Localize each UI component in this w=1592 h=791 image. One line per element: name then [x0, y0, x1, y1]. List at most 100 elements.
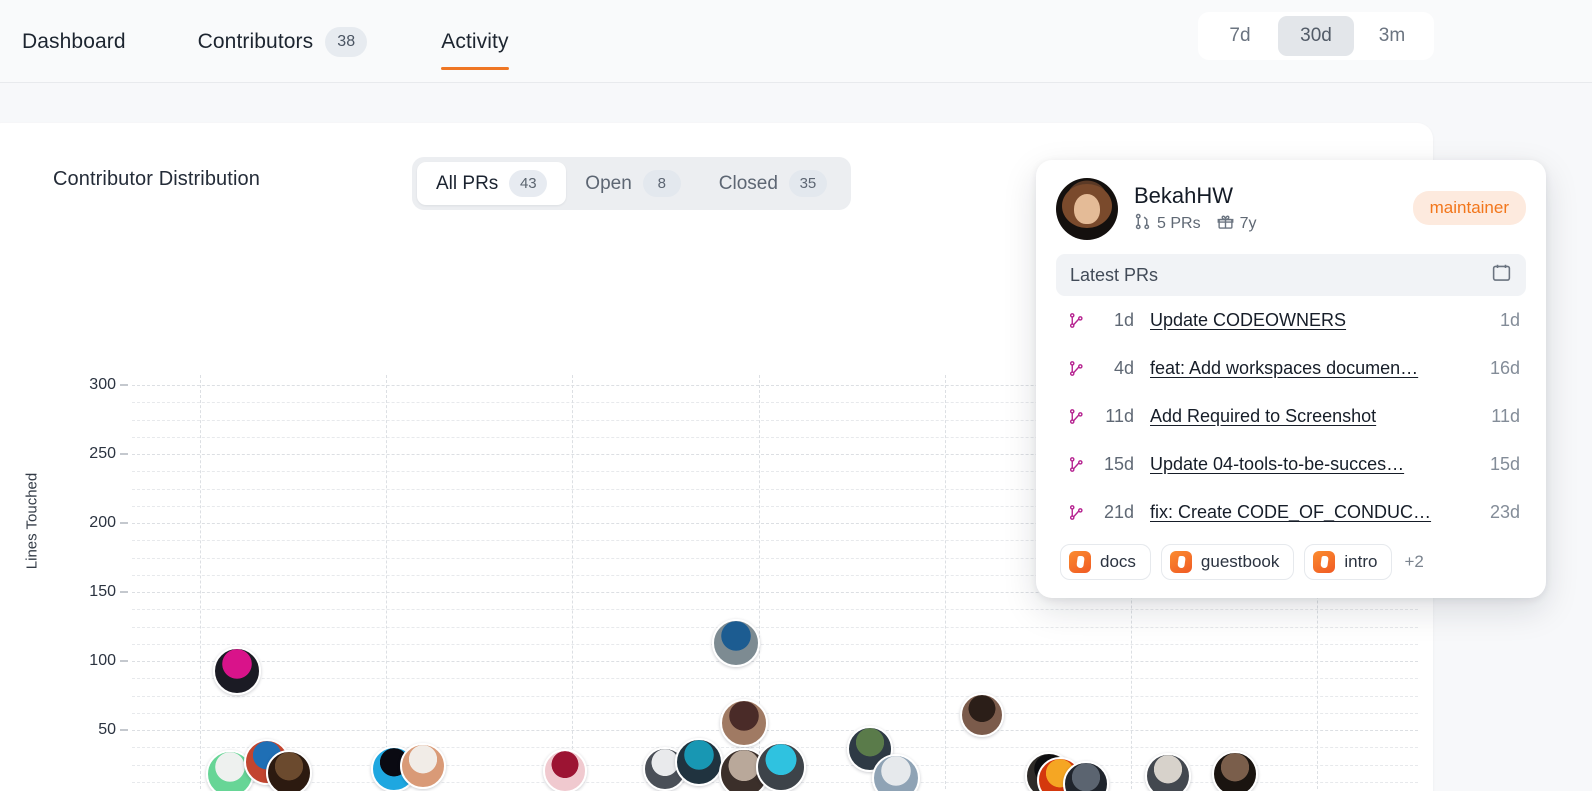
- nav-tab-dashboard-label: Dashboard: [22, 30, 126, 53]
- contributor-avatar-point[interactable]: [959, 692, 1004, 737]
- pr-updated-age: 23d: [1489, 501, 1520, 522]
- contributor-avatar: [1056, 178, 1118, 240]
- repository-icon: [1069, 551, 1091, 573]
- pr-list-item[interactable]: 11d Add Required to Screenshot 11d: [1056, 392, 1526, 440]
- repository-tag-label: intro: [1344, 552, 1378, 571]
- gridline-horizontal: [132, 643, 1418, 645]
- y-axis-tick-mark: [120, 453, 128, 455]
- y-axis-tick-label: 50: [98, 721, 116, 738]
- repository-tag-label: guestbook: [1200, 552, 1280, 571]
- gridline-horizontal: [132, 730, 1418, 731]
- top-navigation-bar: Dashboard Contributors 38 Activity 7d 30…: [0, 0, 1592, 83]
- y-axis-tick-label: 300: [89, 376, 116, 393]
- y-axis-tick-mark: [120, 384, 128, 386]
- contributor-avatar-point[interactable]: [213, 646, 262, 695]
- pr-updated-age: 11d: [1491, 405, 1520, 426]
- repository-tag-overflow-count[interactable]: +2: [1402, 552, 1423, 572]
- repository-tag-list: docs guestbook intro +2: [1056, 544, 1526, 582]
- contributor-avatar-point[interactable]: [542, 749, 587, 791]
- branch-icon: [1066, 408, 1086, 425]
- pr-list-item[interactable]: 1d Update CODEOWNERS 1d: [1056, 296, 1526, 344]
- pr-list-item[interactable]: 4d feat: Add workspaces documen… 16d: [1056, 344, 1526, 392]
- y-axis-tick-mark: [120, 729, 128, 731]
- pr-count-text: 5 PRs: [1157, 215, 1201, 233]
- branch-icon: [1066, 360, 1086, 377]
- gridline-vertical: [386, 375, 388, 791]
- y-axis-tick-label: 150: [89, 583, 116, 600]
- calendar-icon[interactable]: [1491, 262, 1512, 288]
- pr-age: 4d: [1113, 357, 1134, 378]
- pr-list-item[interactable]: 15d Update 04-tools-to-be-succes… 15d: [1056, 440, 1526, 488]
- nav-tab-list: Dashboard Contributors 38 Activity: [22, 0, 583, 83]
- range-button-3m[interactable]: 3m: [1354, 16, 1430, 56]
- branch-icon: [1066, 456, 1086, 473]
- contributor-avatar-point[interactable]: [1212, 751, 1259, 791]
- pr-age: 1d: [1113, 309, 1134, 330]
- pr-age: 15d: [1103, 453, 1134, 474]
- nav-tab-active-underline: [441, 67, 509, 70]
- nav-tab-contributors[interactable]: Contributors 38: [198, 0, 404, 83]
- contributor-avatar-point[interactable]: [266, 749, 313, 791]
- repository-icon: [1169, 551, 1192, 573]
- pr-count-meta: 5 PRs: [1134, 213, 1201, 235]
- repository-tag-chip[interactable]: intro: [1304, 544, 1393, 580]
- contributor-avatar-point[interactable]: [712, 619, 761, 668]
- contributor-avatar-point[interactable]: [400, 742, 447, 789]
- nav-tab-activity[interactable]: Activity: [441, 0, 544, 83]
- gridline-vertical: [572, 375, 574, 791]
- gridline-vertical: [944, 375, 946, 791]
- y-axis-label: Lines Touched: [23, 472, 41, 570]
- tenure-text: 7y: [1239, 215, 1257, 233]
- latest-prs-list: 1d Update CODEOWNERS 1d 4d feat: Add workspa…: [1056, 296, 1526, 536]
- contributor-avatar-point[interactable]: [872, 754, 921, 791]
- pr-title-link[interactable]: fix: Create CODE_OF_CONDUC…: [1138, 502, 1478, 523]
- pr-title-link[interactable]: Update CODEOWNERS: [1138, 310, 1488, 331]
- y-axis-tick-mark: [120, 660, 128, 662]
- branch-icon: [1066, 312, 1086, 329]
- contributor-avatar-point[interactable]: [755, 742, 806, 791]
- contributor-avatar-point[interactable]: [1145, 752, 1192, 791]
- contributor-avatar-point[interactable]: [674, 737, 723, 786]
- contributor-avatar-point[interactable]: [719, 699, 768, 748]
- gridline-horizontal: [132, 609, 1418, 611]
- repository-tag-chip[interactable]: docs: [1060, 544, 1151, 580]
- y-axis-tick-label: 200: [89, 514, 116, 531]
- gridline-vertical: [200, 375, 201, 791]
- pr-age: 11d: [1105, 405, 1134, 426]
- pr-list-item[interactable]: 21d fix: Create CODE_OF_CONDUC… 23d: [1056, 488, 1526, 536]
- repository-tag-chip[interactable]: guestbook: [1160, 544, 1295, 580]
- nav-tab-contributors-label: Contributors: [197, 30, 314, 53]
- pr-updated-age: 15d: [1489, 453, 1520, 474]
- repository-tag-label: docs: [1100, 552, 1136, 571]
- nav-tab-activity-label: Activity: [441, 30, 509, 53]
- repository-icon: [1313, 551, 1336, 573]
- nav-tab-dashboard[interactable]: Dashboard: [22, 0, 126, 83]
- hover-card-header: BekahHW 5 PRs 7y maintainer: [1056, 178, 1526, 240]
- range-button-7d[interactable]: 7d: [1202, 16, 1278, 56]
- pr-title-link[interactable]: feat: Add workspaces documen…: [1138, 358, 1478, 379]
- nav-tab-contributors-count: 38: [325, 26, 368, 57]
- contributor-name: BekahHW: [1134, 182, 1234, 208]
- pr-title-link[interactable]: Update 04-tools-to-be-succes…: [1138, 454, 1478, 475]
- gift-icon: [1217, 213, 1234, 235]
- y-axis-tick-label: 100: [89, 652, 116, 669]
- app-root: Dashboard Contributors 38 Activity 7d 30…: [0, 0, 1592, 791]
- time-range-selector: 7d 30d 3m: [1198, 12, 1434, 60]
- y-axis-tick-mark: [120, 522, 128, 524]
- pull-request-icon: [1134, 213, 1151, 235]
- contributor-hover-card: BekahHW 5 PRs 7y maintainer Latest PRs 1…: [1036, 160, 1546, 598]
- contributor-meta: 5 PRs 7y: [1134, 213, 1256, 235]
- pr-age: 21d: [1103, 501, 1134, 522]
- branch-icon: [1066, 504, 1086, 521]
- pr-title-link[interactable]: Add Required to Screenshot: [1138, 406, 1479, 427]
- latest-prs-title: Latest PRs: [1070, 264, 1159, 285]
- contributor-identity: BekahHW 5 PRs 7y: [1134, 183, 1256, 235]
- tenure-meta: 7y: [1217, 213, 1257, 235]
- gridline-horizontal: [132, 712, 1418, 714]
- maintainer-badge: maintainer: [1412, 191, 1526, 225]
- y-axis-tick-mark: [120, 591, 128, 593]
- gridline-horizontal: [132, 626, 1418, 628]
- gridline-horizontal: [132, 661, 1418, 662]
- range-button-30d[interactable]: 30d: [1278, 16, 1354, 56]
- pr-updated-age: 16d: [1489, 357, 1520, 378]
